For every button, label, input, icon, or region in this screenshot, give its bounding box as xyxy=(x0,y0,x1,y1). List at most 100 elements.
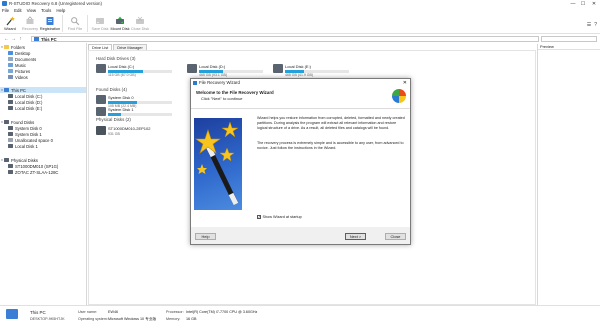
wizard-label: Wizard xyxy=(4,27,16,31)
hdd-icon xyxy=(8,164,13,168)
app-icon xyxy=(2,1,7,6)
registration-icon xyxy=(45,16,55,26)
recovery-label: Recovery xyxy=(21,27,39,31)
disk-icon xyxy=(187,64,197,73)
close-disk-icon xyxy=(135,16,145,26)
dialog-subheading: Click "Next" to continue xyxy=(201,96,243,101)
disk-tile[interactable]: Local Disk (D:) 465 GB (93.1 GB) xyxy=(187,64,263,77)
disk-usage-bar xyxy=(285,70,349,73)
help-button[interactable]: Help xyxy=(195,233,216,240)
music-icon xyxy=(8,63,13,67)
disk-tile[interactable]: System Disk 0 105 MB (22.4 MB) xyxy=(96,95,172,108)
disk-name: Local Disk (D:) xyxy=(199,64,226,69)
next-button[interactable]: Next > xyxy=(345,233,366,240)
menu-file[interactable]: File xyxy=(2,8,9,13)
address-field[interactable]: This PC xyxy=(31,36,539,42)
disk-tile[interactable]: Local Disk (E:) 465 GB (41.9 GB) xyxy=(273,64,349,77)
tree-item[interactable]: Local Disk 1 xyxy=(0,143,86,149)
mount-disk-button[interactable]: Mount Disk xyxy=(110,13,130,34)
up-arrow-icon[interactable]: ↑ xyxy=(17,36,24,42)
address-bar: ← → ↑ This PC xyxy=(0,35,600,43)
menu-tools[interactable]: Tools xyxy=(41,8,51,13)
dialog-title: File Recovery Wizard xyxy=(199,80,240,85)
save-disk-button[interactable]: Save Disk xyxy=(90,13,110,34)
title-bar: R-STUDIO Recovery 6.8 (Unregistered vers… xyxy=(0,0,600,7)
close-disk-label: Close Disk xyxy=(130,27,150,31)
menu-help[interactable]: Help xyxy=(56,8,65,13)
registration-label: Registration xyxy=(39,27,61,31)
disk-icon xyxy=(8,100,13,104)
magic-wand-illustration xyxy=(194,118,242,210)
status-bar: This PC DESKTOP-9K5HTJK User name: EW46 … xyxy=(0,305,600,323)
menu-view[interactable]: View xyxy=(27,8,36,13)
disk-usage-fill xyxy=(199,70,224,73)
show-wizard-checkbox[interactable]: ✓ Show Wizard at startup xyxy=(257,215,302,219)
disk-tile[interactable]: Local Disk (C:) 115 GB (87.0 GB) xyxy=(96,64,172,77)
disk-usage-bar xyxy=(108,101,172,104)
help-icon[interactable]: ? xyxy=(594,22,597,28)
view-tools: ☰ ? xyxy=(587,22,597,28)
close-disk-button[interactable]: Close Disk xyxy=(130,13,150,34)
disk-icon xyxy=(96,107,106,116)
file-recovery-wizard-dialog: File Recovery Wizard ✕ Welcome to the Fi… xyxy=(190,78,411,245)
dialog-app-icon xyxy=(193,80,197,85)
disk-name: Local Disk (C:) xyxy=(108,64,135,69)
dialog-close-icon[interactable]: ✕ xyxy=(403,79,407,86)
recovery-button[interactable]: Recovery xyxy=(20,13,40,34)
disk-tile[interactable]: ST1000DM010-2EP102 931 GB xyxy=(96,126,150,138)
disk-size: 465 GB (41.9 GB) xyxy=(285,73,314,77)
menu-edit[interactable]: Edit xyxy=(14,8,22,13)
disk-name: Local Disk (E:) xyxy=(285,64,312,69)
registration-button[interactable]: Registration xyxy=(40,13,60,34)
search-icon xyxy=(70,16,80,26)
address-path: This PC xyxy=(41,36,57,42)
find-file-label: Find File xyxy=(67,27,83,31)
disk-icon xyxy=(273,64,283,73)
cpu-value: Intel(R) Core(TM) i7-7700 CPU @ 3.60GHz xyxy=(186,310,258,314)
disk-usage-fill xyxy=(285,70,305,73)
close-window-button[interactable]: ✕ xyxy=(589,0,599,7)
back-arrow-icon[interactable]: ← xyxy=(3,36,10,42)
dialog-description-2: The recovery process is extremely simple… xyxy=(257,141,404,150)
dialog-body: Wizard helps you restore information fro… xyxy=(191,109,410,227)
wizard-button[interactable]: Wizard xyxy=(0,13,20,34)
dialog-header: Welcome to the File Recovery Wizard Clic… xyxy=(191,86,410,109)
os-label: Operating system: xyxy=(78,317,108,321)
disk-usage-fill xyxy=(108,113,121,116)
tree-item[interactable]: Local Disk (E:) xyxy=(0,105,86,111)
documents-icon xyxy=(8,57,13,61)
maximize-button[interactable]: ☐ xyxy=(578,0,588,7)
mount-disk-icon xyxy=(115,16,125,26)
ram-value: 16 GB xyxy=(186,317,197,321)
view-options-icon[interactable]: ☰ xyxy=(587,22,591,28)
user-label: User name: xyxy=(78,310,98,314)
tree-item[interactable]: ZOTAC ZT-SLAA-128C xyxy=(0,169,86,175)
ram-label: Memory: xyxy=(166,317,181,321)
preview-pane: Preview xyxy=(537,44,600,305)
disk-name: System Disk 0 xyxy=(108,95,134,100)
disk-icon xyxy=(8,126,13,130)
folder-icon xyxy=(4,45,9,49)
wand-icon xyxy=(5,16,15,26)
disk-icon xyxy=(8,106,13,110)
disk-usage-bar xyxy=(108,70,172,73)
pc-icon xyxy=(4,88,9,92)
section-title: Hard Disk Drives (3) xyxy=(96,56,136,61)
app-window: R-STUDIO Recovery 6.8 (Unregistered vers… xyxy=(0,0,600,323)
minimize-button[interactable]: — xyxy=(568,0,578,7)
save-disk-icon xyxy=(95,16,105,26)
recovery-icon xyxy=(25,16,35,26)
close-button[interactable]: Close xyxy=(385,233,406,240)
pc-name: This PC xyxy=(30,310,46,315)
videos-icon xyxy=(8,75,13,79)
forward-arrow-icon[interactable]: → xyxy=(10,36,17,42)
pictures-icon xyxy=(8,69,13,73)
disk-icon xyxy=(8,132,13,136)
tree-item[interactable]: Videos xyxy=(0,74,86,80)
disk-icon xyxy=(96,95,106,104)
search-input[interactable] xyxy=(541,36,597,42)
window-title: R-STUDIO Recovery 6.8 (Unregistered vers… xyxy=(9,1,102,6)
checkbox-checked-icon[interactable]: ✓ xyxy=(257,215,261,219)
disk-icon xyxy=(8,144,13,148)
find-file-button[interactable]: Find File xyxy=(65,13,85,34)
